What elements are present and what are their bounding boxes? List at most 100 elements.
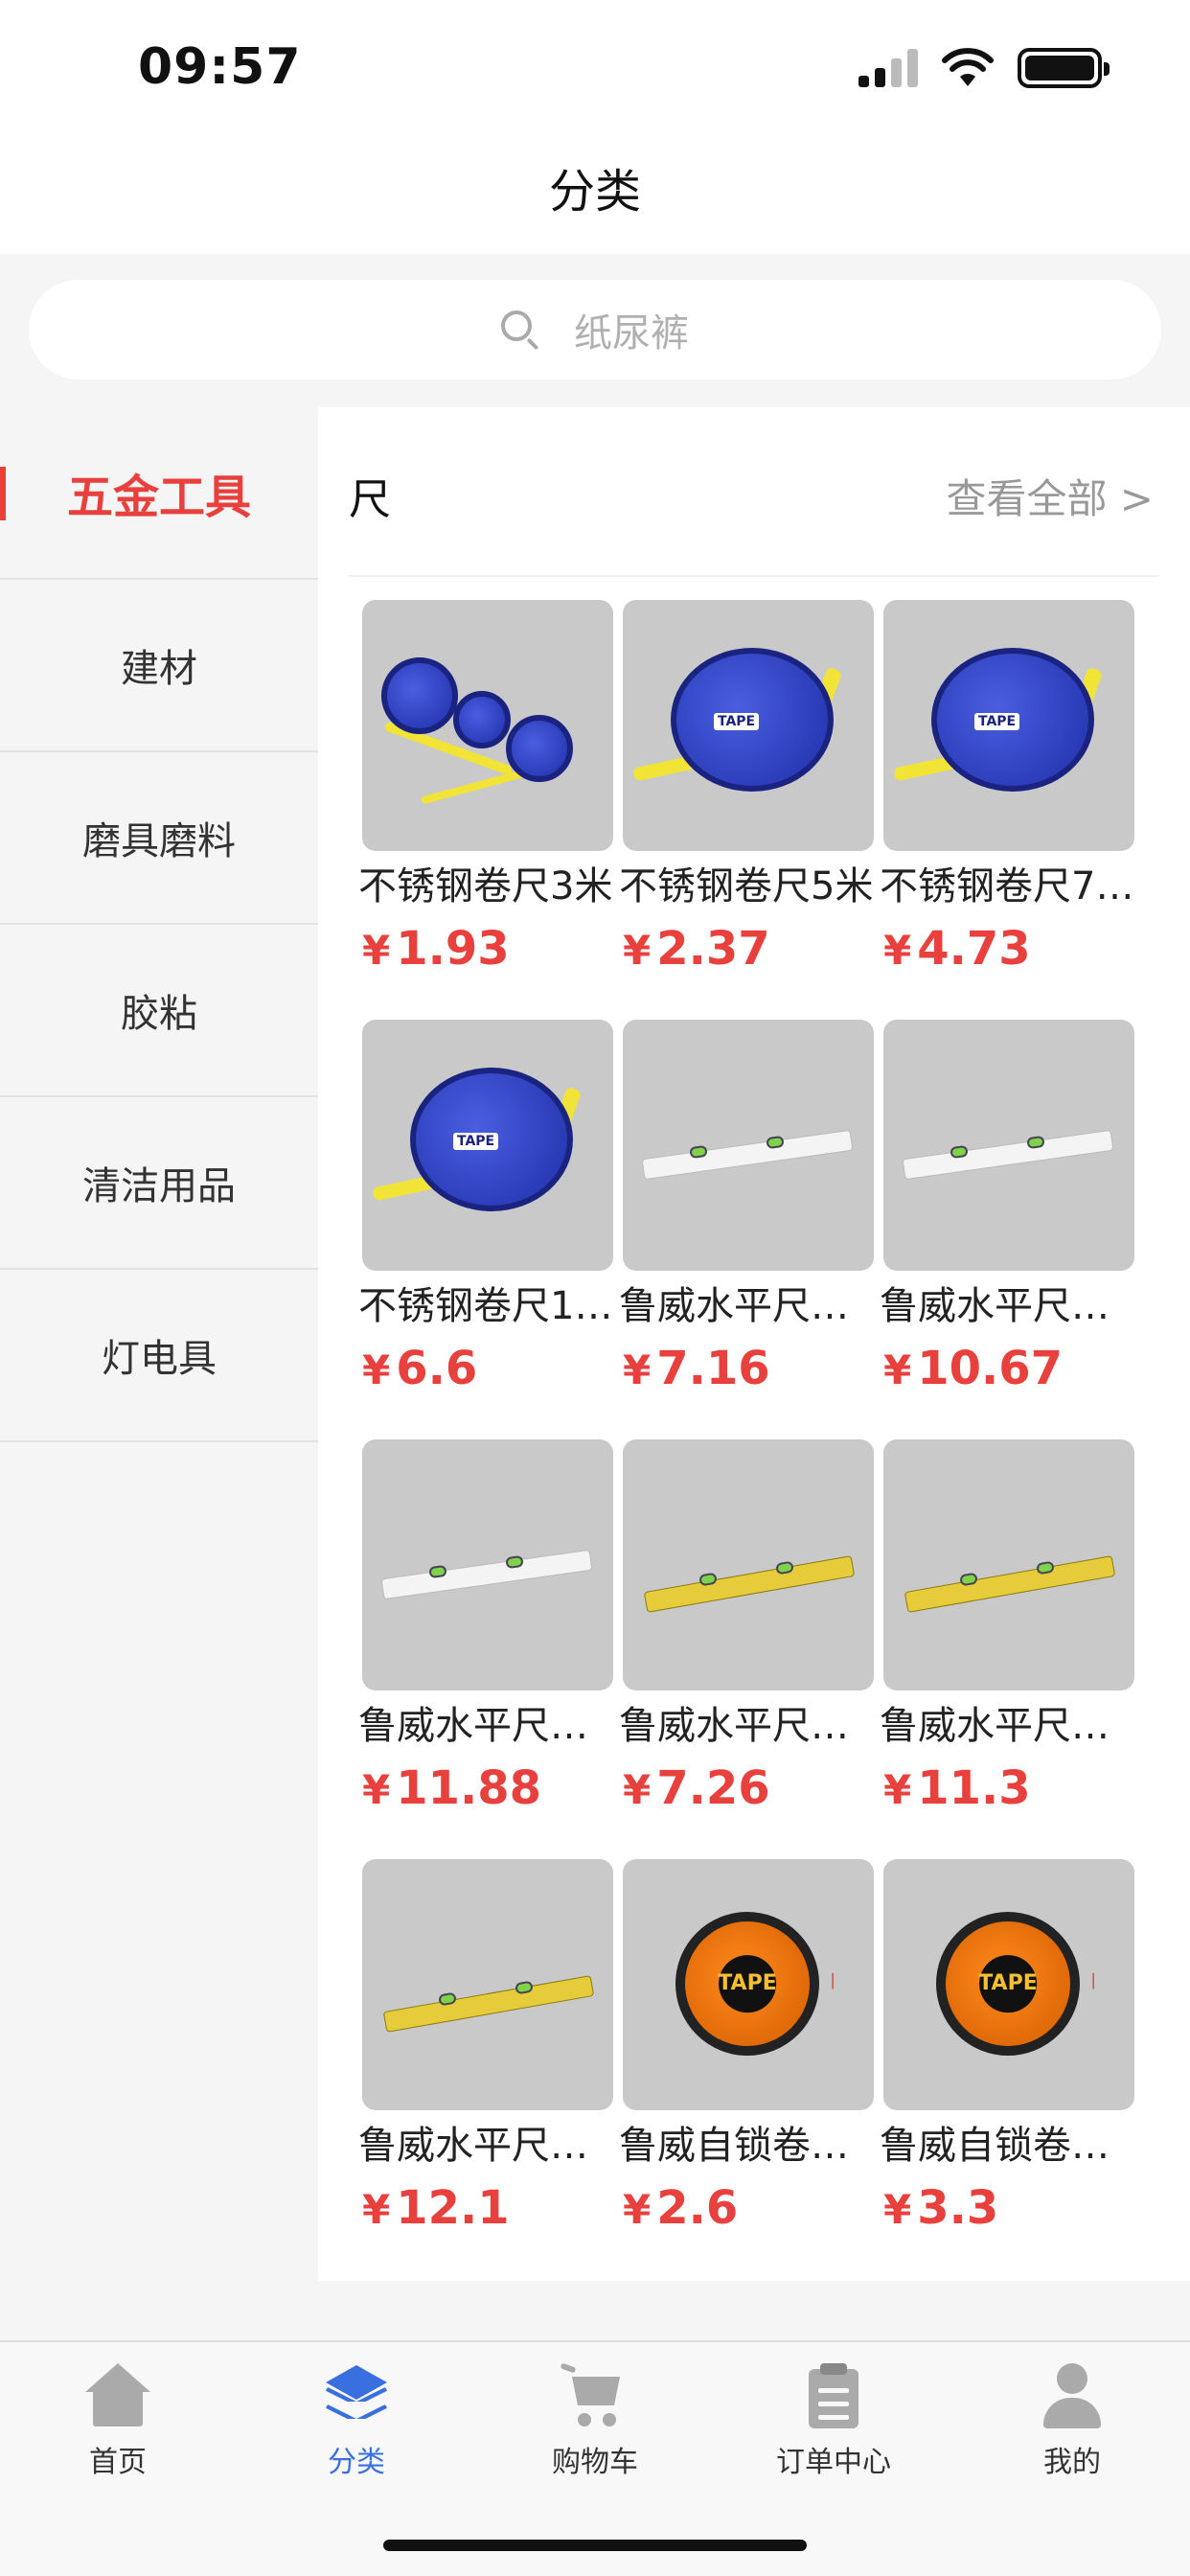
category-sidebar: 五金工具 建材 磨具磨料 胶粘 清洁用品 灯电具	[0, 407, 318, 1442]
sidebar-item-lighting[interactable]: 灯电具	[0, 1270, 318, 1442]
price-value: 12.1	[396, 2181, 510, 2235]
search-area: 纸尿裤	[0, 254, 1190, 398]
home-icon	[83, 2361, 152, 2430]
product-image: TAPE │	[883, 1859, 1134, 2110]
product-grid: 不锈钢卷尺3米 ¥1.93 TAPE 不锈钢卷尺5米 ¥2.37 TAPE 不锈钢卷尺7.5…	[349, 575, 1159, 2281]
product-image	[362, 1859, 613, 2110]
sidebar-item-label: 清洁用品	[82, 1164, 236, 1208]
product-image	[623, 1020, 874, 1271]
currency-symbol: ¥	[362, 1346, 391, 1393]
product-card[interactable]: 鲁威水平尺银色30长 ¥7.16	[609, 997, 880, 1409]
product-image: TAPE	[883, 600, 1134, 851]
product-image	[883, 1020, 1134, 1271]
sidebar-item-label: 磨具磨料	[82, 819, 236, 863]
person-icon	[1038, 2361, 1107, 2430]
product-price: ¥2.6	[623, 2181, 738, 2235]
sidebar-item-hardware-tools[interactable]: 五金工具	[0, 407, 318, 580]
product-name: 不锈钢卷尺10米	[358, 1284, 619, 1328]
product-name: 鲁威水平尺银色60长	[880, 1284, 1140, 1328]
product-name: 鲁威水平尺金色80长	[358, 2124, 619, 2168]
product-image	[623, 1439, 874, 1690]
clipboard-icon	[799, 2361, 868, 2430]
sidebar-item-cleaning[interactable]: 清洁用品	[0, 1097, 318, 1270]
currency-symbol: ¥	[623, 2186, 652, 2233]
product-card[interactable]: 鲁威水平尺金色60长 ¥11.3	[870, 1416, 1140, 1828]
product-price: ¥11.88	[362, 1761, 541, 1815]
product-price: ¥1.93	[362, 922, 510, 976]
product-card[interactable]: TAPE│ 鲁威自锁卷尺黑红5米 ¥3.3	[870, 1836, 1140, 2248]
product-name: 不锈钢卷尺7.5米	[880, 864, 1140, 908]
currency-symbol: ¥	[362, 2186, 391, 2233]
product-card[interactable]: TAPE 不锈钢卷尺5米 ¥2.37	[609, 577, 874, 989]
sidebar-item-label: 胶粘	[121, 992, 197, 1036]
product-name: 鲁威水平尺银色30长	[619, 1284, 880, 1328]
product-image: TAPE	[623, 600, 874, 851]
status-time: 09:57	[138, 38, 302, 96]
currency-symbol: ¥	[883, 927, 912, 974]
subcategory-title: 尺	[349, 475, 391, 524]
product-name: 不锈钢卷尺3米	[358, 864, 613, 908]
tab-me[interactable]: 我的	[986, 2361, 1158, 2496]
sidebar-item-adhesives[interactable]: 胶粘	[0, 925, 318, 1097]
currency-symbol: ¥	[623, 1766, 652, 1813]
status-icons	[858, 48, 1110, 88]
tab-orders[interactable]: 订单中心	[747, 2361, 920, 2496]
price-value: 3.3	[917, 2181, 999, 2235]
tab-home[interactable]: 首页	[32, 2361, 204, 2496]
price-value: 2.6	[656, 2181, 739, 2235]
page-title: 分类	[0, 134, 1190, 254]
product-name: 鲁威自锁卷尺黑红3米	[619, 2124, 880, 2168]
product-name: 鲁威水平尺金色60长	[880, 1704, 1140, 1748]
home-indicator	[383, 2540, 807, 2551]
product-card[interactable]: 鲁威水平尺金色80长 ¥12.1	[349, 1836, 619, 2248]
price-value: 6.6	[396, 1342, 478, 1395]
battery-icon	[1018, 48, 1110, 88]
product-name: 鲁威水平尺银色80长	[358, 1704, 619, 1748]
product-card[interactable]: 鲁威水平尺金色30长 ¥7.26	[609, 1416, 880, 1828]
product-name: 鲁威自锁卷尺黑红5米	[880, 2124, 1140, 2168]
product-card[interactable]: TAPE 不锈钢卷尺10米 ¥6.6	[349, 997, 619, 1409]
price-value: 4.73	[917, 922, 1031, 976]
view-all-link[interactable]: 查看全部 >	[946, 467, 1154, 525]
currency-symbol: ¥	[362, 927, 391, 974]
product-card[interactable]: TAPE│ 鲁威自锁卷尺黑红3米 ¥2.6	[609, 1836, 880, 2248]
search-icon	[501, 310, 539, 351]
product-card[interactable]: 不锈钢卷尺3米 ¥1.93	[349, 577, 613, 989]
product-card[interactable]: 鲁威水平尺银色60长 ¥10.67	[870, 997, 1140, 1409]
tab-label: 首页	[89, 2446, 147, 2479]
tab-label: 购物车	[552, 2446, 638, 2479]
tab-label: 分类	[328, 2446, 385, 2479]
tab-cart[interactable]: 购物车	[509, 2361, 681, 2496]
sidebar-item-label: 五金工具	[66, 471, 251, 524]
signal-icon	[858, 49, 918, 87]
product-card[interactable]: 鲁威水平尺银色80长 ¥11.88	[349, 1416, 619, 1828]
tab-label: 我的	[1043, 2446, 1101, 2479]
search-placeholder: 纸尿裤	[574, 311, 689, 356]
product-price: ¥11.3	[883, 1761, 1031, 1815]
product-price: ¥3.3	[883, 2181, 998, 2235]
price-value: 2.37	[656, 922, 770, 976]
product-price: ¥6.6	[362, 1342, 477, 1395]
product-card[interactable]: TAPE 不锈钢卷尺7.5米 ¥4.73	[870, 577, 1140, 989]
currency-symbol: ¥	[623, 927, 652, 974]
currency-symbol: ¥	[623, 1346, 652, 1393]
product-image	[362, 600, 613, 851]
product-price: ¥7.26	[623, 1761, 770, 1815]
product-price: ¥4.73	[883, 922, 1031, 976]
price-value: 7.26	[656, 1761, 770, 1815]
product-image: TAPE │	[623, 1859, 874, 2110]
sidebar-item-building-materials[interactable]: 建材	[0, 580, 318, 752]
price-value: 1.93	[396, 922, 510, 976]
tab-category[interactable]: 分类	[270, 2361, 443, 2496]
price-value: 11.3	[917, 1761, 1031, 1815]
product-image	[883, 1439, 1134, 1690]
product-image: TAPE	[362, 1020, 613, 1271]
sidebar-item-abrasives[interactable]: 磨具磨料	[0, 752, 318, 925]
subcategory-header: 尺 查看全部 >	[318, 407, 1190, 580]
search-input[interactable]: 纸尿裤	[29, 280, 1161, 380]
price-value: 11.88	[396, 1761, 542, 1815]
sidebar-item-label: 建材	[121, 647, 197, 691]
wifi-icon	[942, 48, 994, 86]
layers-icon	[322, 2361, 391, 2430]
currency-symbol: ¥	[362, 1766, 391, 1813]
